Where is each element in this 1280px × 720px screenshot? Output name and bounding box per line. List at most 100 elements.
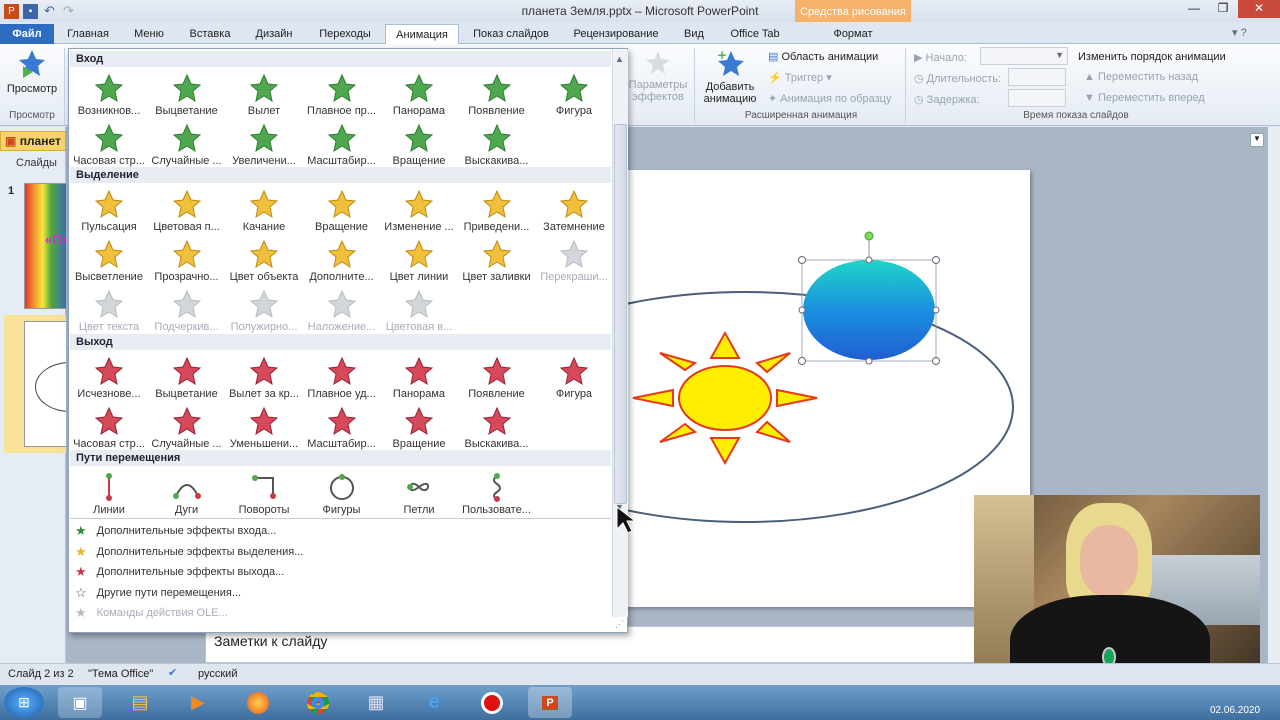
taskbar-screen-icon[interactable]: ▣ [58,687,102,718]
effect-red-исчезнове[interactable]: Исчезнове... [71,352,147,402]
help-icon[interactable]: ▾ ? [1232,26,1247,39]
editor-scroll-dropdown-icon[interactable]: ▼ [1250,133,1264,147]
effect-green-увеличени[interactable]: Увеличени... [226,119,302,169]
effect-red-вращение[interactable]: Вращение [381,402,457,452]
more-effects-item-0[interactable]: ★ Дополнительные эффекты входа... [75,521,276,541]
tab-format[interactable]: Формат [820,24,886,44]
effect-gold-вращение[interactable]: Вращение [304,185,380,235]
maximize-icon[interactable]: ❐ [1209,0,1237,18]
more-effects-item-2[interactable]: ★ Дополнительные эффекты выхода... [75,562,284,582]
scroll-up-icon[interactable]: ▲ [615,54,624,64]
editor-scrollbar[interactable] [1268,127,1280,663]
start-select[interactable]: ▼ [980,47,1068,65]
tab-file[interactable]: Файл [0,24,54,44]
tab-insert[interactable]: Вставка [182,24,238,44]
chrome-icon[interactable] [296,687,340,718]
effect-red-панорама[interactable]: Панорама [381,352,457,402]
effect-red-выскакива[interactable]: Выскакива... [459,402,535,452]
document-tab[interactable]: ▣ планет [0,131,66,151]
tab-slideshow[interactable]: Показ слайдов [466,24,556,44]
effect-gold-затемнение[interactable]: Затемнение [536,185,612,235]
start-button[interactable]: ⊞ [4,687,44,718]
effect-red-случайные[interactable]: Случайные ... [149,402,225,452]
effect-gold-перекраши[interactable]: Перекраши... [536,235,612,285]
slide-thumbnail-1[interactable]: «Пл [24,183,70,309]
effect-params-button[interactable]: Параметры эффектов [628,50,688,103]
resize-grip-icon[interactable]: ⋰ [615,619,624,630]
more-effects-item-4[interactable]: ★ Команды действия OLE... [75,603,228,623]
tab-menu[interactable]: Меню [124,24,174,44]
effect-gold-полужирно[interactable]: Полужирно... [226,285,302,335]
effect-red-масштабир[interactable]: Масштабир... [304,402,380,452]
media-player-icon[interactable]: ▶ [176,687,220,718]
effect-green-выскакива[interactable]: Выскакива... [459,119,535,169]
effect-gold-приведени[interactable]: Приведени... [459,185,535,235]
effect-green-появление[interactable]: Появление [459,69,535,119]
effect-gold-качание[interactable]: Качание [226,185,302,235]
effect-gold-цвет-текста[interactable]: Цвет текста [71,285,147,335]
effect-green-вращение[interactable]: Вращение [381,119,457,169]
effect-green-выцветание[interactable]: Выцветание [149,69,225,119]
animation-painter-button[interactable]: ✦ Анимация по образцу [768,92,891,105]
effect-gold-подчеркив[interactable]: Подчеркив... [149,285,225,335]
firefox-icon[interactable] [236,687,280,718]
effect-green-панорама[interactable]: Панорама [381,69,457,119]
effect-path-повороты[interactable]: Повороты [226,468,302,518]
effect-gold-цвет-объекта[interactable]: Цвет объекта [226,235,302,285]
theme-name[interactable]: "Тема Office" [88,668,153,680]
effect-gold-цвет-линии[interactable]: Цвет линии [381,235,457,285]
more-effects-item-1[interactable]: ★ Дополнительные эффекты выделения... [75,542,303,562]
explorer-icon[interactable]: ▤ [118,687,162,718]
tab-transitions[interactable]: Переходы [310,24,380,44]
effect-green-фигура[interactable]: Фигура [536,69,612,119]
add-animation-button[interactable]: + Добавить анимацию [698,48,762,105]
effect-path-фигуры[interactable]: Фигуры [304,468,380,518]
effect-green-возникнов[interactable]: Возникнов... [71,69,147,119]
effect-gold-наложение[interactable]: Наложение... [304,285,380,335]
effect-gold-дополните[interactable]: Дополните... [304,235,380,285]
effect-gold-цветовая-в[interactable]: Цветовая в... [381,285,457,335]
effect-red-появление[interactable]: Появление [459,352,535,402]
effect-red-фигура[interactable]: Фигура [536,352,612,402]
effect-red-плавное-уд[interactable]: Плавное уд... [304,352,380,402]
preview-button[interactable]: Просмотр [4,48,60,95]
effect-green-часовая-стр[interactable]: Часовая стр... [71,119,147,169]
effect-path-петли[interactable]: Петли [381,468,457,518]
powerpoint-taskbar-icon[interactable]: P [528,687,572,718]
calculator-icon[interactable]: ▦ [354,687,398,718]
language[interactable]: русский [198,668,237,680]
tab-home[interactable]: Главная [60,24,116,44]
move-forward-button[interactable]: ▼ Переместить вперед [1084,92,1205,104]
effect-green-вылет[interactable]: Вылет [226,69,302,119]
effect-gold-прозрачно[interactable]: Прозрачно... [149,235,225,285]
effect-gold-цвет-заливки[interactable]: Цвет заливки [459,235,535,285]
record-icon[interactable] [470,687,514,718]
move-back-button[interactable]: ▲ Переместить назад [1084,71,1198,83]
effect-gold-высветление[interactable]: Высветление [71,235,147,285]
trigger-button[interactable]: ⚡ Триггер ▾ [768,71,832,84]
tab-design[interactable]: Дизайн [246,24,302,44]
effect-gold-цветовая-п[interactable]: Цветовая п... [149,185,225,235]
effect-red-часовая-стр[interactable]: Часовая стр... [71,402,147,452]
internet-explorer-icon[interactable]: e [412,687,456,718]
tab-animations[interactable]: Анимация [385,24,459,44]
effect-red-уменьшени[interactable]: Уменьшени... [226,402,302,452]
effect-gold-изменение[interactable]: Изменение ... [381,185,457,235]
spellcheck-icon[interactable]: ✔ [168,666,177,679]
tab-view[interactable]: Вид [676,24,712,44]
minimize-icon[interactable]: — [1180,0,1208,18]
effect-green-случайные[interactable]: Случайные ... [149,119,225,169]
slide-thumbnail-2[interactable] [24,321,70,447]
tab-review[interactable]: Рецензирование [566,24,666,44]
effect-gold-пульсация[interactable]: Пульсация [71,185,147,235]
scroll-thumb[interactable] [614,124,627,504]
tab-office-tab[interactable]: Office Tab [720,24,790,44]
close-icon[interactable]: ✕ [1238,0,1280,18]
effect-green-масштабир[interactable]: Масштабир... [304,119,380,169]
slide-canvas[interactable] [476,170,1030,607]
effect-red-вылет-за-кр[interactable]: Вылет за кр... [226,352,302,402]
duration-input[interactable] [1008,68,1066,86]
effect-red-выцветание[interactable]: Выцветание [149,352,225,402]
effect-path-пользовате[interactable]: Пользовате... [459,468,535,518]
delay-input[interactable] [1008,89,1066,107]
